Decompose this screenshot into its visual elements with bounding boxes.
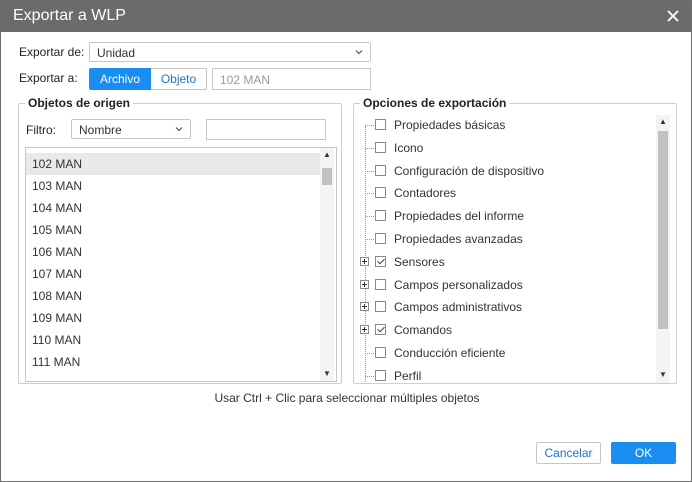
checkbox-unchecked[interactable] <box>375 210 386 222</box>
dialog-title: Exportar a WLP <box>13 7 126 24</box>
ok-button[interactable]: OK <box>611 442 676 464</box>
export-option-item[interactable]: Sensores <box>357 251 653 274</box>
export-to-file-button[interactable]: Archivo <box>89 68 151 90</box>
checkbox-unchecked[interactable] <box>375 141 386 153</box>
source-object-item[interactable]: 105 MAN <box>26 219 320 241</box>
export-option-item[interactable]: Comandos <box>357 319 653 342</box>
options-tree-scrollbar[interactable]: ▲ ▼ <box>656 115 670 383</box>
close-icon[interactable] <box>665 8 681 24</box>
export-option-label: Perfil <box>394 368 422 383</box>
export-options-tree: Propiedades básicas Icono Configuración de… <box>357 113 672 383</box>
source-objects-list[interactable]: 102 MAN 103 MAN 104 MAN 105 MAN 106 MAN 107 M… <box>25 147 337 382</box>
scroll-down-arrow-icon[interactable]: ▼ <box>320 367 334 381</box>
source-object-item[interactable]: 108 MAN <box>26 285 320 307</box>
source-list-scrollbar[interactable]: ▲ ▼ <box>320 148 334 381</box>
scroll-up-arrow-icon[interactable]: ▲ <box>320 148 334 162</box>
tree-branch-line <box>365 170 374 172</box>
export-option-label: Comandos <box>394 323 453 338</box>
tree-branch-line <box>365 239 374 240</box>
checkbox-unchecked[interactable] <box>375 187 386 199</box>
source-object-item[interactable]: 109 MAN <box>26 307 320 329</box>
source-object-item[interactable]: 103 MAN <box>26 175 320 197</box>
source-object-item[interactable]: 104 MAN <box>26 197 320 219</box>
export-option-item[interactable]: Icono <box>357 137 653 160</box>
export-option-label: Configuración de dispositivo <box>394 163 545 178</box>
tree-branch-line <box>365 375 374 377</box>
checkbox-unchecked[interactable] <box>375 278 386 290</box>
export-option-item[interactable]: Conducción eficiente <box>357 342 653 365</box>
scroll-up-arrow-icon[interactable]: ▲ <box>656 115 670 129</box>
filter-label: Filtro: <box>26 123 56 137</box>
tree-branch-line <box>365 147 374 149</box>
export-from-label: Exportar de: <box>19 45 85 59</box>
source-object-item[interactable]: 110 MAN <box>26 329 320 351</box>
export-option-label: Icono <box>394 140 424 155</box>
cancel-button[interactable]: Cancelar <box>536 442 601 464</box>
expand-plus-icon[interactable] <box>360 325 369 335</box>
checkbox-unchecked[interactable] <box>375 233 386 244</box>
export-option-item[interactable]: Propiedades básicas <box>357 114 653 137</box>
source-objects-legend: Objetos de origen <box>25 96 134 110</box>
tree-branch-line <box>365 353 374 354</box>
source-object-item[interactable]: 106 MAN <box>26 241 320 263</box>
filter-search-input[interactable] <box>206 119 326 140</box>
expand-plus-icon[interactable] <box>360 256 369 266</box>
export-from-select[interactable]: Unidad <box>89 42 371 62</box>
expand-plus-icon[interactable] <box>360 279 369 289</box>
filter-select[interactable]: Nombre <box>71 119 191 139</box>
expand-plus-icon[interactable] <box>360 302 369 312</box>
chevron-down-icon <box>175 127 183 132</box>
tree-branch-line <box>365 125 374 126</box>
export-target-placeholder: 102 MAN <box>220 73 271 87</box>
chevron-down-icon <box>355 50 363 55</box>
export-option-label: Campos personalizados <box>394 277 523 292</box>
export-option-item[interactable]: Perfil <box>357 365 653 383</box>
export-wlp-dialog: Exportar a WLP Exportar de: Unidad Expor… <box>0 0 692 482</box>
source-object-item[interactable]: 102 MAN <box>26 153 320 175</box>
export-option-item[interactable]: Configuración de dispositivo <box>357 160 653 183</box>
scrollbar-thumb[interactable] <box>322 168 332 185</box>
checkbox-unchecked[interactable] <box>375 301 386 313</box>
multi-select-hint: Usar Ctrl + Clic para seleccionar múltip… <box>214 391 480 405</box>
export-option-label: Propiedades avanzadas <box>394 232 523 246</box>
checkbox-unchecked[interactable] <box>375 369 386 381</box>
export-option-label: Propiedades básicas <box>394 118 506 132</box>
export-to-label: Exportar a: <box>19 71 78 85</box>
checkbox-unchecked[interactable] <box>375 119 386 130</box>
source-object-item[interactable]: 107 MAN <box>26 263 320 285</box>
export-option-label: Propiedades del informe <box>394 209 525 224</box>
export-option-label: Campos administrativos <box>394 300 523 315</box>
checkbox-checked[interactable] <box>375 255 386 267</box>
scroll-down-arrow-icon[interactable]: ▼ <box>656 368 670 382</box>
export-option-label: Sensores <box>394 254 445 269</box>
export-option-item[interactable]: Propiedades avanzadas <box>357 228 653 251</box>
scrollbar-thumb[interactable] <box>658 131 668 329</box>
filter-value: Nombre <box>79 123 122 137</box>
export-option-item[interactable]: Propiedades del informe <box>357 205 653 228</box>
export-option-label: Conducción eficiente <box>394 346 506 360</box>
checkbox-checked[interactable] <box>375 324 386 336</box>
export-from-value: Unidad <box>97 46 136 60</box>
source-object-item[interactable]: 111 MAN <box>26 351 320 373</box>
export-option-item[interactable]: Contadores <box>357 182 653 205</box>
checkbox-unchecked[interactable] <box>375 164 386 176</box>
export-options-legend: Opciones de exportación <box>360 96 510 110</box>
export-target-input[interactable]: 102 MAN <box>212 68 371 90</box>
checkbox-unchecked[interactable] <box>375 347 386 358</box>
tree-branch-line <box>365 193 374 195</box>
export-option-item[interactable]: Campos personalizados <box>357 274 653 297</box>
tree-branch-line <box>365 216 374 218</box>
export-option-label: Contadores <box>394 186 457 201</box>
export-option-item[interactable]: Campos administrativos <box>357 296 653 319</box>
export-to-object-button[interactable]: Objeto <box>151 68 207 90</box>
dialog-titlebar: Exportar a WLP <box>1 1 691 32</box>
